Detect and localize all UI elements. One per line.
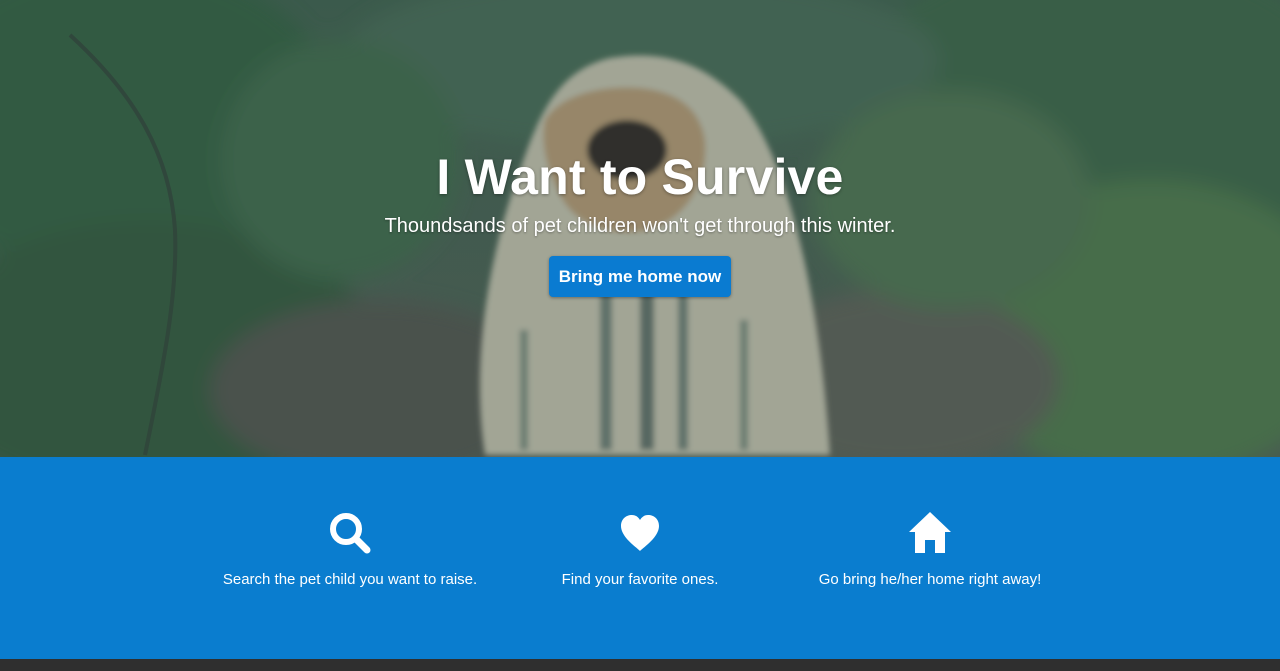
- home-icon: [909, 512, 951, 553]
- heart-icon: [621, 515, 659, 551]
- search-icon: [330, 513, 371, 554]
- feature-favorite: Find your favorite ones.: [480, 509, 800, 589]
- hero-title: I Want to Survive: [436, 149, 844, 205]
- feature-search-label: Search the pet child you want to raise.: [222, 571, 478, 588]
- footer-bar: [0, 659, 1280, 671]
- feature-home: Go bring he/her home right away!: [770, 509, 1090, 589]
- feature-home-label: Go bring he/her home right away!: [818, 571, 1042, 588]
- feature-search: Search the pet child you want to raise.: [190, 509, 510, 589]
- feature-favorite-label: Find your favorite ones.: [561, 571, 719, 588]
- features-section: Search the pet child you want to raise. …: [0, 457, 1280, 659]
- bring-me-home-button[interactable]: Bring me home now: [548, 256, 732, 297]
- hero-subtitle: Thoundsands of pet children won't get th…: [384, 215, 896, 237]
- hero-content: I Want to Survive Thoundsands of pet chi…: [0, 145, 1280, 297]
- hero-section: I Want to Survive Thoundsands of pet chi…: [0, 0, 1280, 457]
